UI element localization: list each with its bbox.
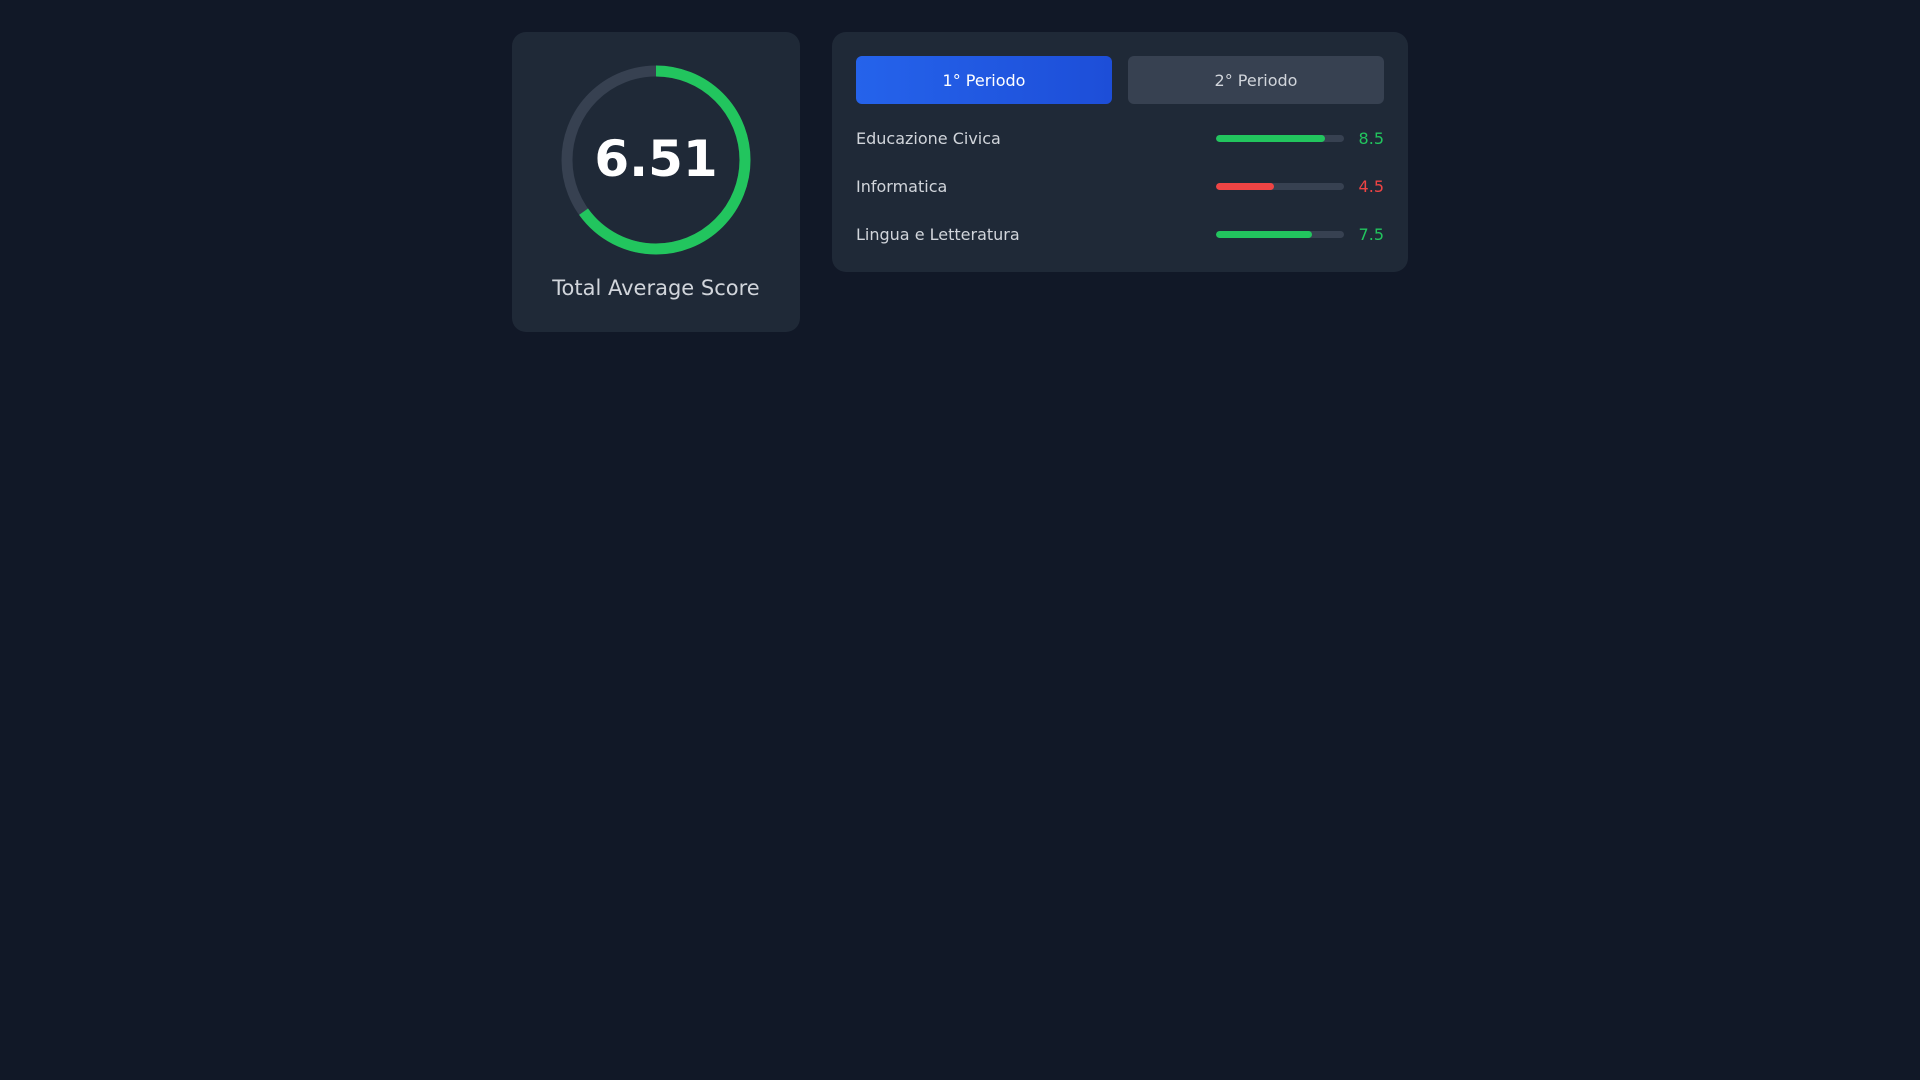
dashboard: 6.51 Total Average Score 1° Periodo 2° P… <box>512 32 1408 332</box>
subject-row: Educazione Civica 8.5 <box>856 126 1384 150</box>
subject-row: Lingua e Letteratura 7.5 <box>856 222 1384 246</box>
grade-bar-fill <box>1216 182 1274 190</box>
average-score-label: Total Average Score <box>552 276 760 300</box>
period-tabs: 1° Periodo 2° Periodo <box>856 56 1384 104</box>
tab-second-period[interactable]: 2° Periodo <box>1128 56 1384 104</box>
subject-grade: 8.5 <box>1358 128 1384 148</box>
subjects-card: 1° Periodo 2° Periodo Educazione Civica … <box>832 32 1408 272</box>
subject-row: Informatica 4.5 <box>856 174 1384 198</box>
subject-name: Educazione Civica <box>856 128 1001 148</box>
average-score-value: 6.51 <box>594 130 718 188</box>
grade-bar-fill <box>1216 134 1325 142</box>
average-score-card: 6.51 Total Average Score <box>512 32 800 332</box>
subject-name: Lingua e Letteratura <box>856 224 1020 244</box>
grade-bar <box>1216 230 1344 238</box>
tab-first-period[interactable]: 1° Periodo <box>856 56 1112 104</box>
subject-grade: 4.5 <box>1358 176 1384 196</box>
subject-grade: 7.5 <box>1358 224 1384 244</box>
grade-bar <box>1216 182 1344 190</box>
grade-bar-fill <box>1216 230 1312 238</box>
grade-bar <box>1216 134 1344 142</box>
subject-name: Informatica <box>856 176 948 196</box>
